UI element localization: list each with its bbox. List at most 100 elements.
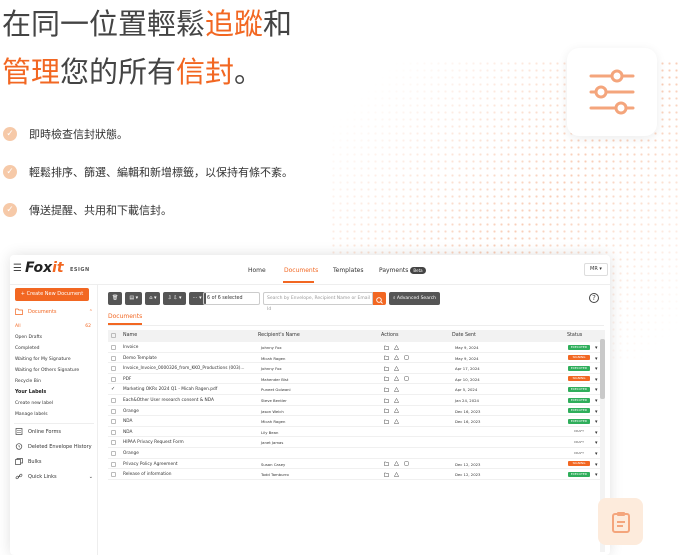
row-menu-caret-icon[interactable]: ▾ [595,377,598,383]
document-name[interactable]: Orange [123,409,139,414]
table-row[interactable]: Demo Template Micah Ragen May 9, 2024 SIGNI… [108,353,604,364]
row-checkbox[interactable] [111,376,116,382]
document-name[interactable]: NDA [123,419,132,424]
row-menu-caret-icon[interactable]: ▾ [595,440,598,446]
search-input[interactable]: Search by Envelope, Recipient Name or Em… [263,292,373,312]
foxit-logo[interactable]: Foxit [25,260,64,276]
help-icon[interactable]: ? [589,293,599,303]
row-checkbox[interactable] [111,472,116,478]
document-name[interactable]: NDA [123,430,132,435]
sidebar-item-open-drafts[interactable]: Open Drafts [15,335,93,340]
folder-icon[interactable] [384,376,389,382]
table-row[interactable]: Orange Jason Welch Dec 16, 2023 EXECUTED ▾ [108,406,604,417]
row-checkbox[interactable] [111,398,116,403]
nav-documents[interactable]: Documents [284,267,318,274]
row-menu-caret-icon[interactable]: ▾ [595,430,598,436]
document-name[interactable]: Release of information [123,472,171,477]
row-menu-caret-icon[interactable]: ▾ [595,387,598,393]
row-menu-caret-icon[interactable]: ▾ [595,366,598,372]
document-name[interactable]: Demo Template [123,356,157,361]
copy-icon[interactable] [404,461,409,466]
create-new-document-button[interactable]: + Create New Document [15,288,89,301]
row-checkbox[interactable]: ✓ [111,387,116,392]
document-name[interactable]: Privacy Policy Agreement [123,462,178,467]
sidebar-item-recycle-bin[interactable]: Recycle Bin [15,379,93,384]
sidebar-online-forms[interactable]: Online Forms [15,428,95,435]
row-checkbox[interactable] [111,366,116,372]
move-dropdown[interactable]: ▤ ▾ [125,292,143,305]
folder-icon[interactable] [384,398,389,403]
trash-icon[interactable]: 🗑 [108,292,123,305]
table-row[interactable]: NDA Micah Ragen Dec 16, 2023 EXECUTED ▾ [108,416,604,427]
download-dropdown[interactable]: ⇩ ⇩ ▾ [163,292,186,305]
row-checkbox[interactable] [111,408,116,414]
folder-icon[interactable] [384,419,389,424]
document-name[interactable]: Marketing OKRs 2024 Q1 - Micah Ragen.pdf [123,387,217,392]
document-name[interactable]: Invoice [123,345,138,350]
nav-templates[interactable]: Templates [333,267,364,274]
column-recipient[interactable]: Recipient's Name [258,333,300,338]
warning-icon[interactable] [394,461,399,466]
row-checkbox[interactable] [111,355,116,361]
row-checkbox[interactable] [111,440,116,446]
table-row[interactable]: Privacy Policy Agreement Susan Casey Dec 1… [108,459,604,470]
document-name[interactable]: HIPAA Privacy Request Form [123,440,184,445]
row-menu-caret-icon[interactable]: ▾ [595,398,598,404]
row-menu-caret-icon[interactable]: ▾ [595,345,598,351]
selection-count-dropdown[interactable]: 6 of 6 selected [203,292,260,305]
warning-icon[interactable] [394,355,399,360]
advanced-search-button[interactable]: ⌕ Advanced Search [389,292,440,305]
nav-payments[interactable]: Payments Beta [379,267,426,274]
table-row[interactable]: Invoice_Invoice_0000326_from_KKO_Product… [108,363,604,374]
warning-icon[interactable] [394,471,399,477]
document-name[interactable]: Invoice_Invoice_0000326_from_KKO_Product… [123,366,245,371]
folder-icon[interactable] [384,366,389,371]
document-name[interactable]: PDF [123,377,131,382]
sidebar-item-waiting-for-others[interactable]: Waiting for Others Signature [15,368,93,373]
warning-icon[interactable] [394,418,399,424]
select-all-checkbox[interactable] [111,333,116,338]
table-row[interactable]: Each&Other User research consent & NDA St… [108,395,604,406]
document-name[interactable]: Each&Other User research consent & NDA [123,398,214,403]
column-status[interactable]: Status [567,333,582,338]
warning-icon[interactable] [394,408,399,413]
row-checkbox[interactable] [111,419,116,425]
folder-icon[interactable] [384,345,389,350]
row-menu-caret-icon[interactable]: ▾ [595,409,598,415]
warning-icon[interactable] [394,376,399,382]
row-menu-caret-icon[interactable]: ▾ [595,462,598,468]
folder-icon[interactable] [384,408,389,413]
user-menu[interactable]: MR ▾ [584,263,608,276]
label-dropdown[interactable]: ⌂ ▾ [145,292,161,305]
folder-icon[interactable] [384,472,389,477]
warning-icon[interactable] [394,365,399,371]
create-new-label-link[interactable]: Create new label [15,401,93,406]
copy-icon[interactable] [404,376,409,381]
column-name[interactable]: Name [123,333,137,338]
table-row[interactable]: Orange DRAFT ▾ [108,448,604,459]
folder-icon[interactable] [384,387,389,392]
sidebar-item-completed[interactable]: Completed [15,346,93,351]
tab-documents[interactable]: Documents [108,313,142,320]
sidebar-item-all[interactable]: All 62 [15,324,93,329]
sidebar-item-waiting-for-me[interactable]: Waiting for My Signature [15,357,93,362]
warning-icon[interactable] [394,344,399,350]
row-checkbox[interactable] [111,461,116,467]
sidebar-documents[interactable]: Documents ⌃ [15,308,95,315]
row-menu-caret-icon[interactable]: ▾ [595,419,598,425]
table-row[interactable]: PDF Mahender Bist Apr 10, 2024 SIGNING ▾ [108,374,604,385]
row-menu-caret-icon[interactable]: ▾ [595,451,598,457]
row-checkbox[interactable] [111,429,116,435]
row-menu-caret-icon[interactable]: ▾ [595,472,598,478]
manage-labels-link[interactable]: Manage labels [15,412,93,417]
scrollbar-thumb[interactable] [600,339,605,399]
column-date-sent[interactable]: Date Sent [452,333,476,338]
table-row[interactable]: NDA Lily Bean DRAFT ▾ [108,427,604,438]
nav-home[interactable]: Home [248,267,266,274]
folder-icon[interactable] [384,355,389,360]
menu-icon[interactable]: ☰ [13,263,22,274]
folder-icon[interactable] [384,461,389,466]
warning-icon[interactable] [394,386,399,392]
row-menu-caret-icon[interactable]: ▾ [595,356,598,362]
warning-icon[interactable] [394,397,399,403]
